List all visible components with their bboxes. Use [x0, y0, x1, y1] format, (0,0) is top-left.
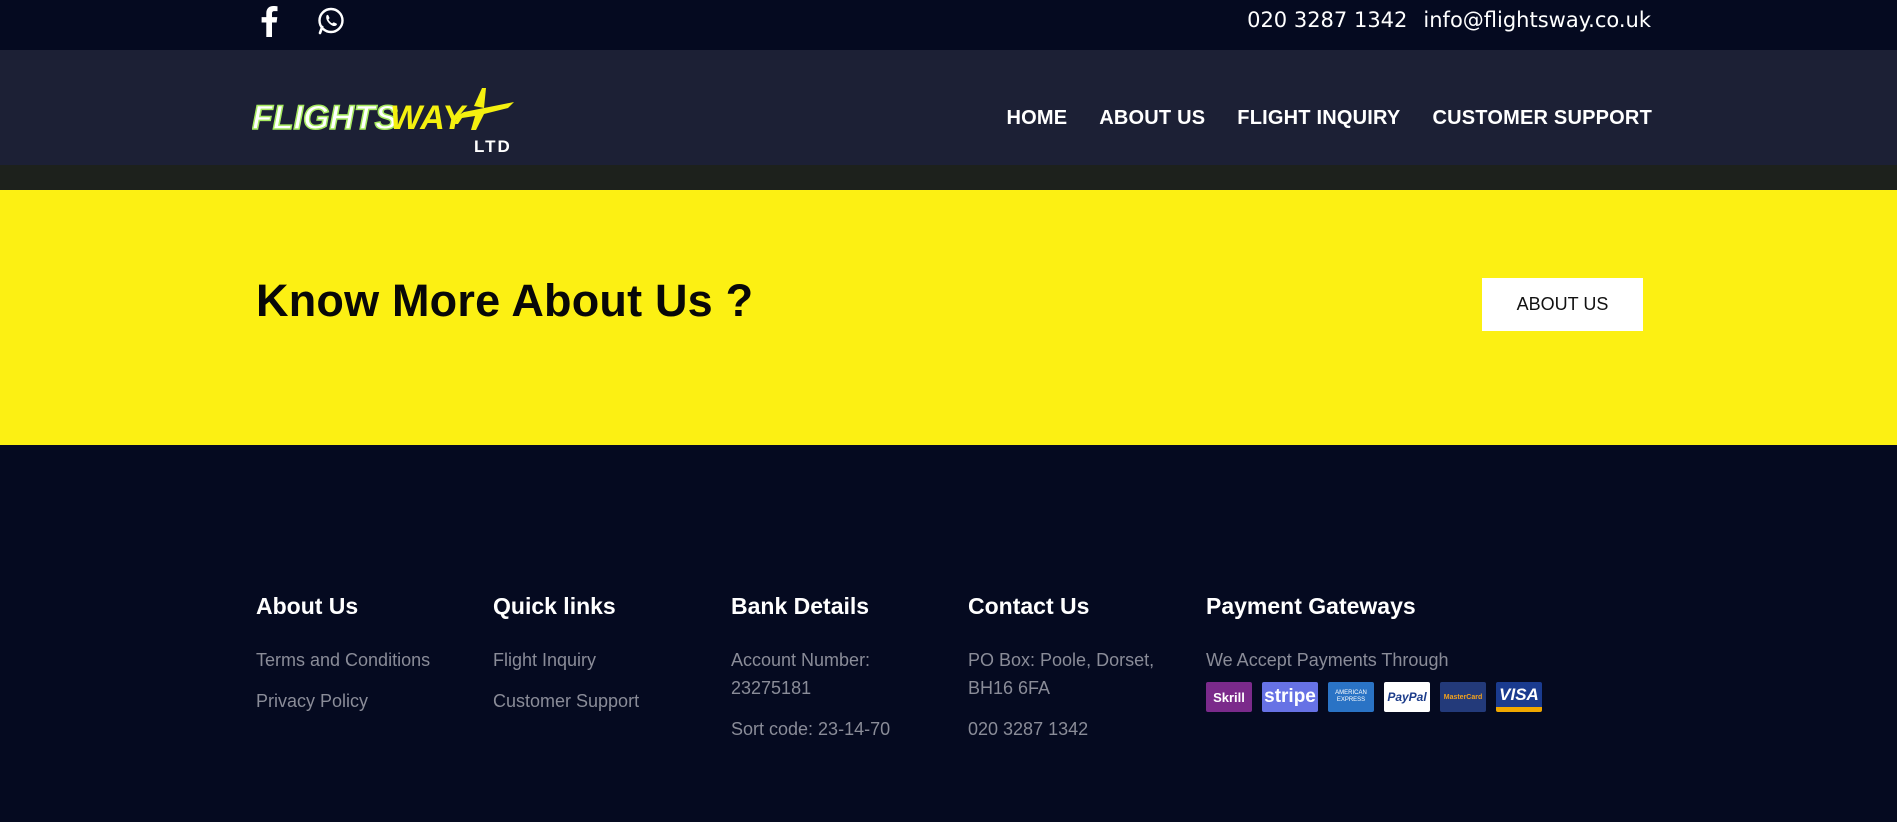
footer-contact-heading: Contact Us	[968, 593, 1090, 619]
footer-quick-links-column: Quick links Flight Inquiry Customer Supp…	[493, 593, 639, 728]
social-links	[252, 4, 348, 38]
nav-about-us[interactable]: ABOUT US	[1099, 107, 1205, 130]
account-details: Account Number: 23275181	[731, 646, 890, 702]
facebook-icon[interactable]	[252, 4, 286, 38]
footer-bank-column: Bank Details Account Number: 23275181 So…	[731, 593, 890, 756]
payment-logos: Skrill stripe AMERICAN EXPRESS PayPal Ma…	[1206, 682, 1542, 712]
nav-home[interactable]: HOME	[1006, 107, 1067, 130]
contact-address: PO Box: Poole, Dorset, BH16 6FA	[968, 646, 1154, 702]
visa-icon: VISA	[1496, 682, 1542, 712]
payments-text: We Accept Payments Through	[1206, 650, 1449, 670]
main-navbar: FLIGHTS WAY LTD HOME ABOUT US FLIGHT INQ…	[0, 50, 1897, 165]
account-label: Account Number:	[731, 650, 871, 670]
svg-text:FLIGHTS: FLIGHTS	[252, 99, 398, 137]
svg-text:LTD: LTD	[474, 137, 512, 154]
footer-bank-heading: Bank Details	[731, 593, 870, 619]
account-number: 23275181	[731, 678, 812, 698]
paypal-icon: PayPal	[1384, 682, 1430, 712]
nav-flight-inquiry[interactable]: FLIGHT INQUIRY	[1237, 107, 1400, 130]
mastercard-icon: MasterCard	[1440, 682, 1486, 712]
nav-customer-support[interactable]: CUSTOMER SUPPORT	[1432, 107, 1652, 130]
banner-title: Know More About Us ?	[256, 275, 754, 326]
skrill-icon: Skrill	[1206, 682, 1252, 712]
footer-payments-heading: Payment Gateways	[1206, 593, 1416, 619]
customer-support-link[interactable]: Customer Support	[493, 687, 639, 715]
amex-icon: AMERICAN EXPRESS	[1328, 682, 1374, 712]
footer-contact-column: Contact Us PO Box: Poole, Dorset, BH16 6…	[968, 593, 1154, 756]
privacy-link[interactable]: Privacy Policy	[256, 687, 430, 715]
top-bar: 020 3287 1342 info@flightsway.co.uk	[0, 0, 1897, 50]
address-line2: BH16 6FA	[968, 678, 1051, 698]
address-line1: PO Box: Poole, Dorset,	[968, 650, 1155, 670]
top-contact: 020 3287 1342 info@flightsway.co.uk	[1247, 8, 1651, 32]
contact-phone[interactable]: 020 3287 1342	[968, 715, 1154, 743]
flight-inquiry-link[interactable]: Flight Inquiry	[493, 646, 639, 674]
top-phone[interactable]: 020 3287 1342	[1247, 8, 1407, 32]
divider-strip	[0, 165, 1897, 190]
footer-quick-heading: Quick links	[493, 593, 616, 619]
sort-code: Sort code: 23-14-70	[731, 719, 891, 739]
footer-payments-column: Payment Gateways We Accept Payments Thro…	[1206, 593, 1542, 712]
main-nav: HOME ABOUT US FLIGHT INQUIRY CUSTOMER SU…	[1006, 107, 1652, 130]
footer-about-heading: About Us	[256, 593, 359, 619]
whatsapp-icon[interactable]	[314, 4, 348, 38]
site-footer: About Us Terms and Conditions Privacy Po…	[0, 445, 1897, 822]
terms-link[interactable]: Terms and Conditions	[256, 646, 430, 674]
about-us-button[interactable]: ABOUT US	[1482, 278, 1643, 331]
stripe-icon: stripe	[1262, 682, 1318, 712]
about-banner: Know More About Us ? ABOUT US	[0, 190, 1897, 445]
top-email[interactable]: info@flightsway.co.uk	[1423, 8, 1651, 32]
site-logo[interactable]: FLIGHTS WAY LTD	[251, 84, 514, 156]
footer-about-column: About Us Terms and Conditions Privacy Po…	[256, 593, 430, 728]
